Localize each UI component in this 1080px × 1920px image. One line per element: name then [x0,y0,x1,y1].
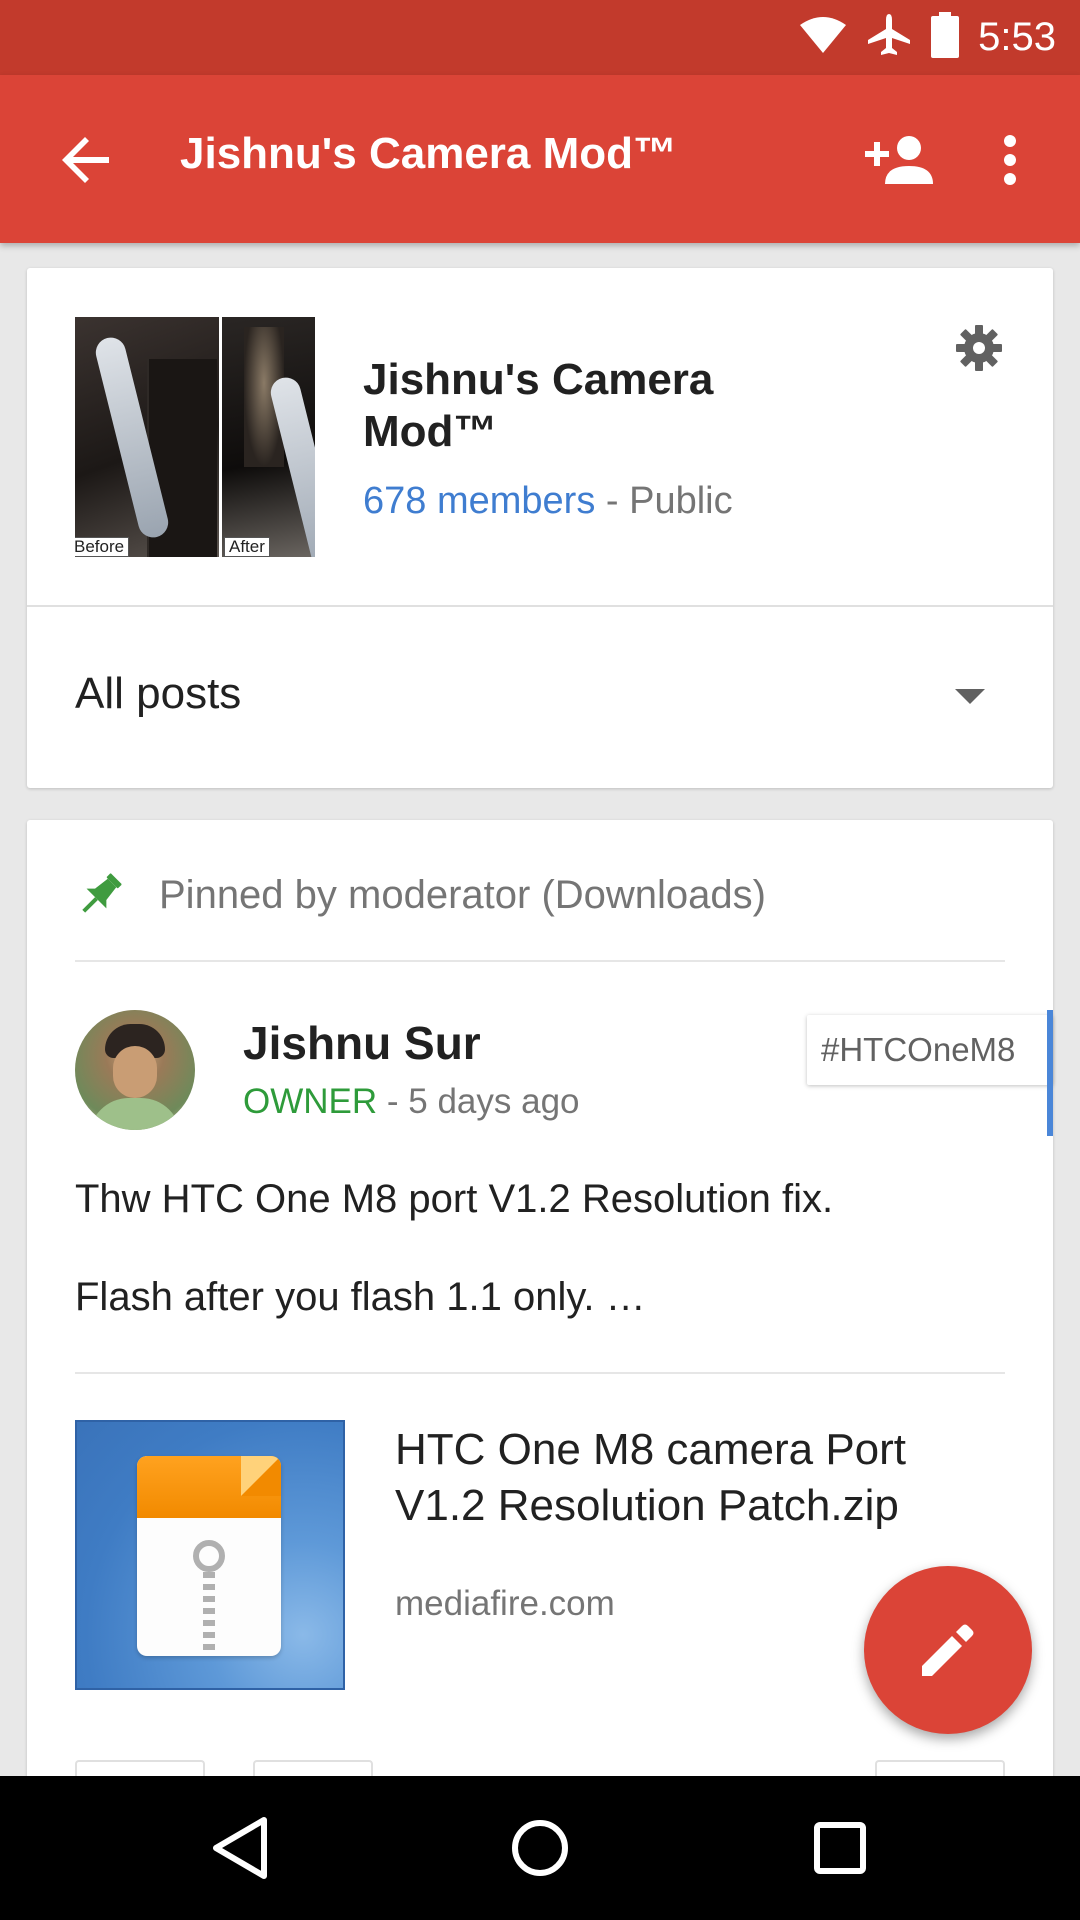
compose-button[interactable] [864,1566,1032,1734]
nav-back-button[interactable] [200,1808,280,1888]
divider [75,1372,1005,1374]
nav-recents-icon [814,1822,866,1874]
nav-recents-button[interactable] [800,1808,880,1888]
pin-icon [82,873,122,913]
before-label: Before [75,537,130,557]
airplane-icon [866,12,912,63]
back-button[interactable] [52,125,122,195]
avatar[interactable] [75,1010,195,1130]
divider [75,960,1005,962]
battery-icon [930,12,960,63]
community-card: Before After Jishnu's Camera Mod™ 678 me… [27,268,1053,788]
after-label: After [224,537,270,557]
add-member-button[interactable] [860,125,940,195]
nav-home-button[interactable] [500,1808,580,1888]
system-nav-bar [0,1776,1080,1920]
filter-label: All posts [75,669,242,718]
pinned-label: Pinned by moderator (Downloads) [159,872,766,917]
attachment-title: HTC One M8 camera Port V1.2 Resolution P… [395,1425,907,1530]
post-body: Thw HTC One M8 port V1.2 Resolution fix.… [75,1175,1005,1321]
wifi-icon [798,15,848,60]
author-meta: OWNER - 5 days ago [243,1082,580,1122]
dropdown-arrow-icon [955,689,985,704]
attachment-domain: mediafire.com [395,1584,615,1623]
pinned-row: Pinned by moderator (Downloads) [75,865,766,925]
status-time: 5:53 [978,15,1056,59]
hashtag-accent [1047,1010,1053,1136]
after-photo: After [222,317,315,557]
app-bar: Jishnu's Camera Mod™ [0,75,1080,243]
visibility-label: Public [629,480,733,522]
overflow-menu-button[interactable] [980,125,1040,195]
back-arrow-icon [62,137,109,183]
status-icons: 5:53 [798,0,1056,75]
add-person-icon [865,136,933,184]
status-bar: 5:53 [0,0,1080,75]
nav-home-icon [512,1820,568,1876]
post-filter-dropdown[interactable]: All posts [27,607,1053,788]
members-link[interactable]: 678 members [363,480,595,522]
community-settings-button[interactable] [951,320,1007,376]
before-photo: Before [75,317,219,557]
post-body-line: Thw HTC One M8 port V1.2 Resolution fix. [75,1177,834,1221]
overflow-menu-icon [1004,135,1016,185]
zip-file-icon [75,1420,345,1690]
nav-back-icon [213,1817,267,1879]
post-body-line: Flash after you flash 1.1 only. … [75,1275,646,1319]
gear-icon [956,325,1002,371]
pencil-icon [922,1624,974,1676]
owner-badge: OWNER [243,1082,378,1121]
meta-separator: - [595,480,630,522]
community-meta: 678 members - Public [363,480,733,523]
community-name: Jishnu's Camera Mod™ [363,355,714,456]
author-name[interactable]: Jishnu Sur [243,1016,481,1070]
community-photo: Before After [75,317,315,557]
post-time: - 5 days ago [377,1082,580,1121]
hashtag-chip[interactable]: #HTCOneM8 [807,1015,1053,1085]
post-card[interactable]: Pinned by moderator (Downloads) Jishnu S… [27,820,1053,1920]
page-title: Jishnu's Camera Mod™ [180,129,678,178]
